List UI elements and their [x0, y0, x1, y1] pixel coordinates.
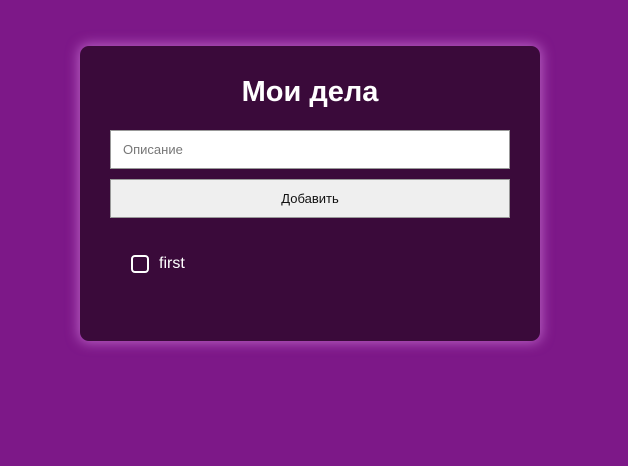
todo-item-label: first — [159, 255, 185, 272]
add-button[interactable]: Добавить — [110, 179, 510, 218]
todo-list: first — [131, 254, 185, 274]
todo-checkbox[interactable] — [131, 255, 149, 273]
todo-item: first — [131, 254, 185, 274]
description-input[interactable] — [110, 130, 510, 169]
todo-card: Мои дела Добавить first — [80, 46, 540, 341]
page-title: Мои дела — [241, 76, 379, 108]
